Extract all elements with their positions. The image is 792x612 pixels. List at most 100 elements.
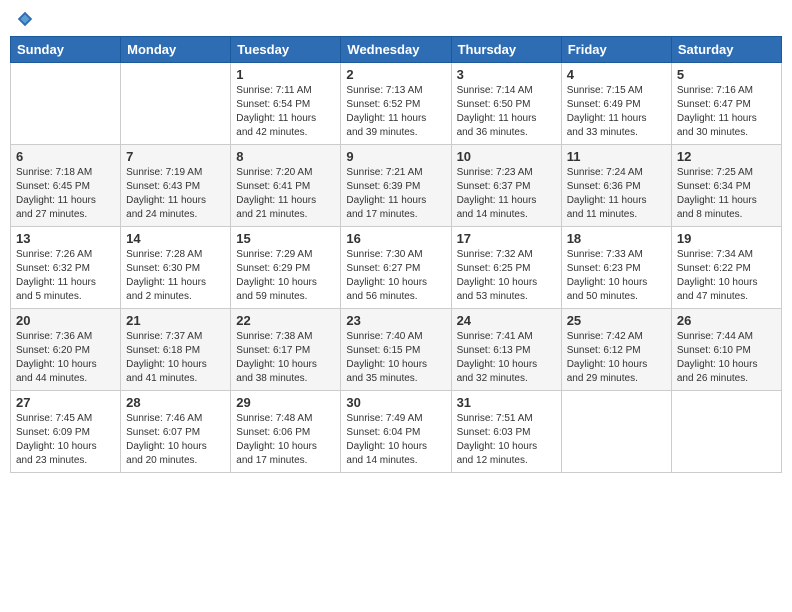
calendar-day-cell: 14 Sunrise: 7:28 AM Sunset: 6:30 PM Dayli… <box>121 227 231 309</box>
day-number: 10 <box>457 149 556 164</box>
calendar-day-cell: 26 Sunrise: 7:44 AM Sunset: 6:10 PM Dayli… <box>671 309 781 391</box>
day-of-week-header: Sunday <box>11 37 121 63</box>
calendar-day-cell <box>11 63 121 145</box>
day-info: Sunrise: 7:45 AM Sunset: 6:09 PM Dayligh… <box>16 412 115 468</box>
day-number: 9 <box>346 149 445 164</box>
calendar-day-cell: 20 Sunrise: 7:36 AM Sunset: 6:20 PM Dayli… <box>11 309 121 391</box>
day-number: 2 <box>346 67 445 82</box>
day-info: Sunrise: 7:28 AM Sunset: 6:30 PM Dayligh… <box>126 248 225 304</box>
page-header <box>10 10 782 28</box>
calendar-week-row: 13 Sunrise: 7:26 AM Sunset: 6:32 PM Dayli… <box>11 227 782 309</box>
day-number: 12 <box>677 149 776 164</box>
day-number: 30 <box>346 395 445 410</box>
calendar-header: SundayMondayTuesdayWednesdayThursdayFrid… <box>11 37 782 63</box>
day-info: Sunrise: 7:14 AM Sunset: 6:50 PM Dayligh… <box>457 84 556 140</box>
day-info: Sunrise: 7:38 AM Sunset: 6:17 PM Dayligh… <box>236 330 335 386</box>
day-info: Sunrise: 7:11 AM Sunset: 6:54 PM Dayligh… <box>236 84 335 140</box>
day-number: 21 <box>126 313 225 328</box>
calendar-day-cell: 15 Sunrise: 7:29 AM Sunset: 6:29 PM Dayli… <box>231 227 341 309</box>
calendar-day-cell: 2Sunrise: 7:13 AM Sunset: 6:52 PM Daylig… <box>341 63 451 145</box>
day-number: 17 <box>457 231 556 246</box>
calendar-day-cell: 8 Sunrise: 7:20 AM Sunset: 6:41 PM Daylig… <box>231 145 341 227</box>
day-info: Sunrise: 7:36 AM Sunset: 6:20 PM Dayligh… <box>16 330 115 386</box>
calendar-day-cell: 11Sunrise: 7:24 AM Sunset: 6:36 PM Dayli… <box>561 145 671 227</box>
day-info: Sunrise: 7:37 AM Sunset: 6:18 PM Dayligh… <box>126 330 225 386</box>
day-number: 8 <box>236 149 335 164</box>
day-number: 4 <box>567 67 666 82</box>
day-info: Sunrise: 7:34 AM Sunset: 6:22 PM Dayligh… <box>677 248 776 304</box>
calendar-week-row: 27 Sunrise: 7:45 AM Sunset: 6:09 PM Dayli… <box>11 391 782 473</box>
calendar-day-cell: 21 Sunrise: 7:37 AM Sunset: 6:18 PM Dayli… <box>121 309 231 391</box>
calendar-day-cell: 29 Sunrise: 7:48 AM Sunset: 6:06 PM Dayli… <box>231 391 341 473</box>
day-number: 13 <box>16 231 115 246</box>
logo-icon <box>16 10 34 28</box>
day-info: Sunrise: 7:16 AM Sunset: 6:47 PM Dayligh… <box>677 84 776 140</box>
day-number: 22 <box>236 313 335 328</box>
day-of-week-header: Friday <box>561 37 671 63</box>
day-number: 19 <box>677 231 776 246</box>
calendar-day-cell: 23 Sunrise: 7:40 AM Sunset: 6:15 PM Dayli… <box>341 309 451 391</box>
day-info: Sunrise: 7:21 AM Sunset: 6:39 PM Dayligh… <box>346 166 445 222</box>
calendar-day-cell <box>561 391 671 473</box>
calendar-body: 1 Sunrise: 7:11 AM Sunset: 6:54 PM Daylig… <box>11 63 782 473</box>
day-number: 24 <box>457 313 556 328</box>
day-of-week-header: Saturday <box>671 37 781 63</box>
calendar-day-cell: 25 Sunrise: 7:42 AM Sunset: 6:12 PM Dayli… <box>561 309 671 391</box>
calendar-week-row: 6Sunrise: 7:18 AM Sunset: 6:45 PM Daylig… <box>11 145 782 227</box>
day-number: 1 <box>236 67 335 82</box>
calendar-day-cell: 28 Sunrise: 7:46 AM Sunset: 6:07 PM Dayli… <box>121 391 231 473</box>
day-of-week-header: Monday <box>121 37 231 63</box>
day-info: Sunrise: 7:46 AM Sunset: 6:07 PM Dayligh… <box>126 412 225 468</box>
day-number: 20 <box>16 313 115 328</box>
day-info: Sunrise: 7:15 AM Sunset: 6:49 PM Dayligh… <box>567 84 666 140</box>
day-info: Sunrise: 7:30 AM Sunset: 6:27 PM Dayligh… <box>346 248 445 304</box>
calendar-day-cell: 10 Sunrise: 7:23 AM Sunset: 6:37 PM Dayli… <box>451 145 561 227</box>
day-info: Sunrise: 7:40 AM Sunset: 6:15 PM Dayligh… <box>346 330 445 386</box>
day-info: Sunrise: 7:44 AM Sunset: 6:10 PM Dayligh… <box>677 330 776 386</box>
calendar-day-cell: 4 Sunrise: 7:15 AM Sunset: 6:49 PM Daylig… <box>561 63 671 145</box>
day-number: 31 <box>457 395 556 410</box>
day-number: 5 <box>677 67 776 82</box>
day-info: Sunrise: 7:26 AM Sunset: 6:32 PM Dayligh… <box>16 248 115 304</box>
day-info: Sunrise: 7:33 AM Sunset: 6:23 PM Dayligh… <box>567 248 666 304</box>
day-number: 3 <box>457 67 556 82</box>
day-info: Sunrise: 7:41 AM Sunset: 6:13 PM Dayligh… <box>457 330 556 386</box>
calendar-day-cell: 6Sunrise: 7:18 AM Sunset: 6:45 PM Daylig… <box>11 145 121 227</box>
day-info: Sunrise: 7:51 AM Sunset: 6:03 PM Dayligh… <box>457 412 556 468</box>
day-info: Sunrise: 7:25 AM Sunset: 6:34 PM Dayligh… <box>677 166 776 222</box>
day-number: 6 <box>16 149 115 164</box>
day-number: 14 <box>126 231 225 246</box>
day-number: 23 <box>346 313 445 328</box>
day-number: 25 <box>567 313 666 328</box>
day-info: Sunrise: 7:32 AM Sunset: 6:25 PM Dayligh… <box>457 248 556 304</box>
calendar-day-cell: 24 Sunrise: 7:41 AM Sunset: 6:13 PM Dayli… <box>451 309 561 391</box>
calendar-day-cell: 16 Sunrise: 7:30 AM Sunset: 6:27 PM Dayli… <box>341 227 451 309</box>
calendar-day-cell: 27 Sunrise: 7:45 AM Sunset: 6:09 PM Dayli… <box>11 391 121 473</box>
day-number: 27 <box>16 395 115 410</box>
day-of-week-header: Thursday <box>451 37 561 63</box>
day-info: Sunrise: 7:42 AM Sunset: 6:12 PM Dayligh… <box>567 330 666 386</box>
day-info: Sunrise: 7:29 AM Sunset: 6:29 PM Dayligh… <box>236 248 335 304</box>
day-number: 29 <box>236 395 335 410</box>
day-info: Sunrise: 7:49 AM Sunset: 6:04 PM Dayligh… <box>346 412 445 468</box>
calendar-day-cell: 30 Sunrise: 7:49 AM Sunset: 6:04 PM Dayli… <box>341 391 451 473</box>
day-info: Sunrise: 7:19 AM Sunset: 6:43 PM Dayligh… <box>126 166 225 222</box>
calendar-day-cell: 3 Sunrise: 7:14 AM Sunset: 6:50 PM Daylig… <box>451 63 561 145</box>
calendar-day-cell: 9 Sunrise: 7:21 AM Sunset: 6:39 PM Daylig… <box>341 145 451 227</box>
calendar-day-cell: 1 Sunrise: 7:11 AM Sunset: 6:54 PM Daylig… <box>231 63 341 145</box>
day-number: 28 <box>126 395 225 410</box>
calendar-day-cell <box>121 63 231 145</box>
day-info: Sunrise: 7:23 AM Sunset: 6:37 PM Dayligh… <box>457 166 556 222</box>
day-info: Sunrise: 7:24 AM Sunset: 6:36 PM Dayligh… <box>567 166 666 222</box>
day-info: Sunrise: 7:20 AM Sunset: 6:41 PM Dayligh… <box>236 166 335 222</box>
day-info: Sunrise: 7:48 AM Sunset: 6:06 PM Dayligh… <box>236 412 335 468</box>
day-number: 26 <box>677 313 776 328</box>
calendar-day-cell: 7 Sunrise: 7:19 AM Sunset: 6:43 PM Daylig… <box>121 145 231 227</box>
day-number: 18 <box>567 231 666 246</box>
day-number: 16 <box>346 231 445 246</box>
logo <box>14 10 34 28</box>
day-number: 15 <box>236 231 335 246</box>
day-number: 7 <box>126 149 225 164</box>
calendar-day-cell: 19 Sunrise: 7:34 AM Sunset: 6:22 PM Dayli… <box>671 227 781 309</box>
calendar-day-cell <box>671 391 781 473</box>
